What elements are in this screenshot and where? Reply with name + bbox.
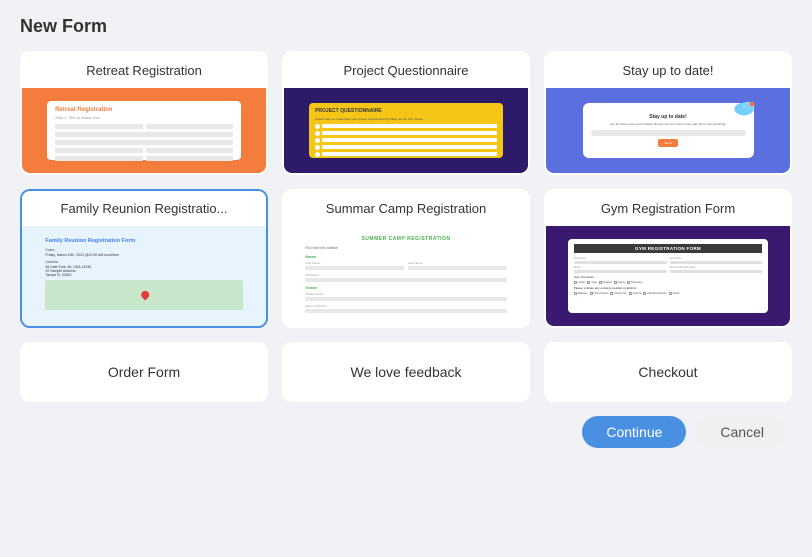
bird-icon xyxy=(724,101,756,125)
card-we-love-feedback[interactable]: We love feedback xyxy=(282,342,530,402)
continue-button[interactable]: Continue xyxy=(582,416,686,448)
retreat-form-title: Retreat Registration xyxy=(55,107,233,113)
card-label-checkout: Checkout xyxy=(626,354,709,390)
summer-form-preview: SUMMER CAMP REGISTRATION Fill in the inf… xyxy=(303,234,508,318)
card-gym-registration[interactable]: Gym Registration Form GYM REGISTRATION F… xyxy=(544,189,792,328)
family-form-preview: Family Reunion Registration Form Dates F… xyxy=(41,234,246,314)
card-label-feedback: We love feedback xyxy=(338,354,473,390)
card-checkout[interactable]: Checkout xyxy=(544,342,792,402)
card-label-family: Family Reunion Registratio... xyxy=(22,191,266,226)
card-stay-up-to-date[interactable]: Stay up to date! Stay up to date! Get th… xyxy=(544,51,792,175)
card-grid-row1: Retreat Registration Retreat Registratio… xyxy=(20,51,792,175)
card-preview-summer: SUMMER CAMP REGISTRATION Fill in the inf… xyxy=(284,226,528,326)
card-project-questionnaire[interactable]: Project Questionnaire PROJECT QUESTIONNA… xyxy=(282,51,530,175)
card-label-order: Order Form xyxy=(96,354,192,390)
card-preview-questionnaire: PROJECT QUESTIONNAIRE Please help us und… xyxy=(284,88,528,173)
gym-form-preview: GYM REGISTRATION FORM First Name Last Na… xyxy=(568,239,769,313)
card-preview-family: Family Reunion Registration Form Dates F… xyxy=(22,226,266,326)
card-label-retreat: Retreat Registration xyxy=(22,53,266,88)
card-label-questionnaire: Project Questionnaire xyxy=(284,53,528,88)
card-family-reunion[interactable]: Family Reunion Registratio... Family Reu… xyxy=(20,189,268,328)
card-grid-row2: Family Reunion Registratio... Family Reu… xyxy=(20,189,792,328)
card-preview-retreat: Retreat Registration Step 1: Tell us Abo… xyxy=(22,88,266,173)
retreat-form-subtitle: Step 1: Tell us About You! xyxy=(55,115,233,120)
questionnaire-form-preview: PROJECT QUESTIONNAIRE Please help us und… xyxy=(309,103,503,158)
footer: Continue Cancel xyxy=(20,416,792,448)
card-order-form[interactable]: Order Form xyxy=(20,342,268,402)
page-container: New Form Retreat Registration Retreat Re… xyxy=(0,0,812,557)
card-grid-row3: Order Form We love feedback Checkout xyxy=(20,342,792,402)
card-label-gym: Gym Registration Form xyxy=(546,191,790,226)
retreat-form-preview: Retreat Registration Step 1: Tell us Abo… xyxy=(47,101,241,160)
cancel-button[interactable]: Cancel xyxy=(696,416,788,448)
family-map xyxy=(45,280,242,310)
card-label-stay: Stay up to date! xyxy=(546,53,790,88)
card-preview-stay: Stay up to date! Get the latest news and… xyxy=(546,88,790,173)
card-preview-gym: GYM REGISTRATION FORM First Name Last Na… xyxy=(546,226,790,326)
card-retreat-registration[interactable]: Retreat Registration Retreat Registratio… xyxy=(20,51,268,175)
stay-form-preview: Stay up to date! Get the latest news and… xyxy=(583,103,754,158)
card-label-summer: Summar Camp Registration xyxy=(284,191,528,226)
card-summer-camp[interactable]: Summar Camp Registration SUMMER CAMP REG… xyxy=(282,189,530,328)
page-title: New Form xyxy=(20,16,792,37)
